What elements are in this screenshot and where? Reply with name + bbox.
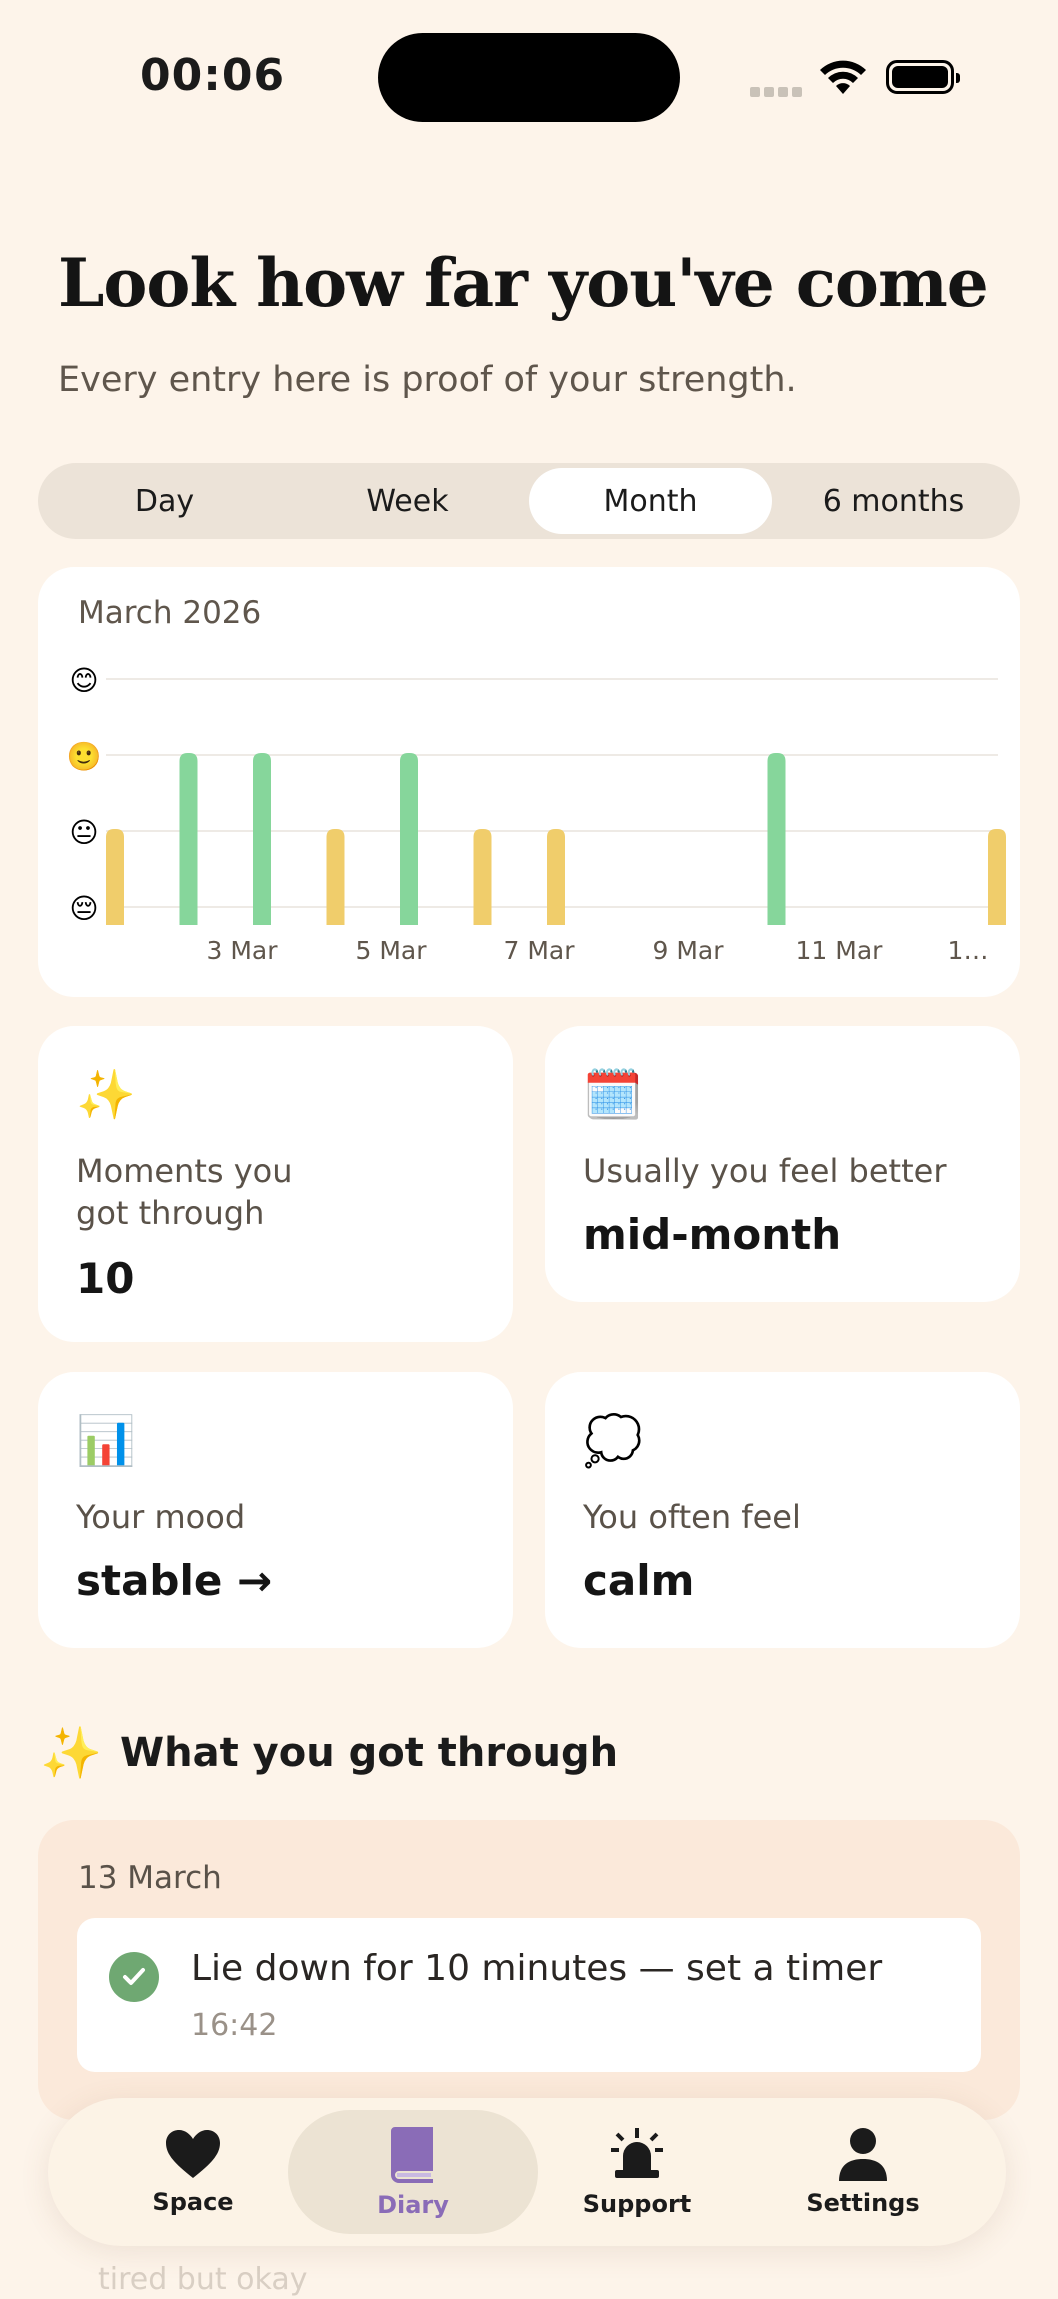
period-selector: Day Week Month 6 months: [38, 463, 1020, 539]
tab-day[interactable]: Day: [43, 468, 286, 534]
x-tick-label: 11 Mar: [796, 936, 884, 965]
stat-label: Usually you feel better: [583, 1152, 947, 1190]
stat-card-better-time: 🗓️ Usually you feel better mid-month: [545, 1026, 1020, 1302]
day-date: 13 March: [78, 1860, 222, 1896]
y-tick-emoji: 😔: [69, 892, 98, 925]
mood-bar[interactable]: [326, 829, 345, 925]
stat-value: 10: [76, 1254, 135, 1303]
tab-label: Diary: [377, 2191, 449, 2219]
x-tick-label: 7 Mar: [503, 936, 575, 965]
stat-label: You often feel: [583, 1498, 801, 1536]
stat-label: Moments you got through: [76, 1152, 293, 1232]
tab-support[interactable]: Support: [512, 2110, 762, 2234]
y-tick-emoji: 😊: [69, 664, 98, 697]
day-group: 13 March Lie down for 10 minutes — set a…: [38, 1820, 1020, 2120]
entry-text: Lie down for 10 minutes — set a timer: [191, 1948, 883, 1989]
mood-chart: 😔 😐 🙂 😊 3 Mar 5 Mar 7 Mar 9 Mar 11 Mar 1…: [67, 664, 1006, 965]
thought-bubble-icon: 💭: [583, 1413, 643, 1469]
stat-value: mid-month: [583, 1210, 842, 1259]
entry-time: 16:42: [191, 2008, 278, 2043]
stat-value: stable →: [76, 1556, 273, 1605]
tab-6-months[interactable]: 6 months: [772, 468, 1015, 534]
stat-label: Your mood: [76, 1498, 246, 1536]
mood-bar[interactable]: [473, 829, 492, 925]
mood-bar[interactable]: [400, 753, 418, 925]
mood-bar[interactable]: [767, 753, 786, 925]
y-tick-emoji: 🙂: [67, 740, 102, 773]
mood-bar[interactable]: [106, 829, 124, 925]
wifi-icon: [820, 60, 866, 94]
mood-bar[interactable]: [179, 753, 198, 925]
sparkles-icon: ✨: [40, 1724, 103, 1782]
tab-label: Space: [152, 2188, 234, 2216]
calendar-icon: 🗓️: [583, 1067, 643, 1123]
heart-icon: [166, 2130, 220, 2178]
app-screen: 00:06 Look how far you've come Every ent…: [0, 0, 1058, 2299]
book-icon: [391, 2127, 433, 2183]
battery-icon: [886, 60, 960, 94]
x-tick-label: 9 Mar: [652, 936, 724, 965]
page-title: Look how far you've come: [58, 244, 989, 322]
stat-card-mood-trend: 📊 Your mood stable →: [38, 1372, 513, 1648]
list-item[interactable]: Lie down for 10 minutes — set a timer 16…: [77, 1918, 981, 2072]
tab-diary[interactable]: Diary: [288, 2110, 538, 2234]
y-tick-emoji: 😐: [69, 816, 98, 849]
sparkles-icon: ✨: [76, 1067, 136, 1123]
alarm-icon: [611, 2128, 663, 2178]
stat-card-moments: ✨ Moments you got through 10: [38, 1026, 513, 1342]
tab-settings[interactable]: Settings: [738, 2110, 988, 2234]
status-time: 00:06: [140, 50, 286, 101]
tab-label: Settings: [806, 2189, 920, 2217]
x-tick-label: 1…: [948, 936, 989, 965]
person-icon: [839, 2128, 887, 2181]
mood-bar[interactable]: [547, 829, 565, 925]
stat-card-often-feel: 💭 You often feel calm: [545, 1372, 1020, 1648]
cellular-signal-icon: [750, 82, 806, 97]
mood-bar[interactable]: [253, 753, 271, 925]
tab-space[interactable]: Space: [68, 2110, 318, 2234]
mood-bar[interactable]: [988, 829, 1006, 925]
dynamic-island: [378, 33, 680, 122]
mood-chart-card: March 2026 😔 😐 🙂 😊 3 Mar 5 Mar 7 Mar 9 Mar 11 Ma…: [38, 567, 1020, 997]
section-title: What you got through: [120, 1730, 619, 1776]
page-subtitle: Every entry here is proof of your streng…: [58, 360, 797, 400]
tab-label: Support: [582, 2190, 692, 2218]
tab-week[interactable]: Week: [286, 468, 529, 534]
checkmark-icon: [109, 1952, 159, 2002]
x-tick-label: 3 Mar: [206, 936, 278, 965]
x-tick-label: 5 Mar: [355, 936, 427, 965]
stat-value: calm: [583, 1556, 695, 1605]
faded-entry-text: tired but okay: [98, 2262, 308, 2297]
bottom-tab-bar: Space Diary Support Settings: [48, 2098, 1006, 2246]
bar-chart-icon: 📊: [76, 1413, 136, 1469]
tab-month[interactable]: Month: [529, 468, 772, 534]
